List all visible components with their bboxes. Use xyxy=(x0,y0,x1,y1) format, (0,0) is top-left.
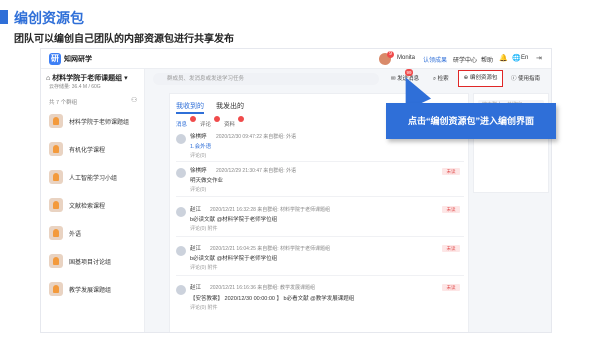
tab-sent[interactable]: 我发出的 xyxy=(216,101,244,111)
group-label: 有机化学课程 xyxy=(69,148,106,154)
unread-dot xyxy=(214,116,220,122)
slide-subtitle: 团队可以编创自己团队的内部资源包进行共享发布 xyxy=(14,34,234,45)
app-window: 研 知网研学 9 Monita 认领成果 研学中心 帮助 🔔 🌐 En ⇥ ⌂ … xyxy=(40,48,552,333)
unread-tag: 未读 xyxy=(442,168,460,175)
sidebar-group-item[interactable]: 国基项目讨论组 xyxy=(41,247,145,275)
post-divider xyxy=(176,275,464,276)
user-notification-badge: 9 xyxy=(387,51,394,58)
bell-icon[interactable]: 🔔 xyxy=(499,54,508,62)
group-avatar-icon xyxy=(49,282,63,296)
top-bar: 研 知网研学 9 Monita 认领成果 研学中心 帮助 🔔 🌐 En ⇥ xyxy=(41,49,551,69)
group-label: 文献检索课程 xyxy=(69,204,106,210)
post-comment-action[interactable]: 评论(0) xyxy=(190,186,206,193)
post-meta: 2020/12/30 09:47:22 来自群组: 外语 xyxy=(216,134,297,140)
callout-box: 点击“编创资源包”进入编创界面 xyxy=(386,103,556,139)
app-logo-icon[interactable]: 研 xyxy=(49,53,61,65)
user-guide-button[interactable]: ⓘ 使用指南 xyxy=(511,73,540,86)
group-avatar-icon xyxy=(49,142,63,156)
unread-tag: 未读 xyxy=(442,245,460,252)
post-meta: 2020/12/21 16:16:36 来自群组: 教学发展课题组 xyxy=(210,285,316,291)
post-body[interactable]: 明天做交作业 xyxy=(190,176,223,184)
post-avatar xyxy=(176,168,186,178)
sidebar-group-item[interactable]: 文献检索课程 xyxy=(41,191,145,219)
group-avatar-icon xyxy=(49,226,63,240)
subtab-messages[interactable]: 消息 xyxy=(176,120,187,128)
group-label: 人工智能学习小组 xyxy=(69,176,118,182)
search-input[interactable]: 群成员、发消息或发送学习任务 xyxy=(153,73,379,85)
search-button[interactable]: ⌕ 检索 xyxy=(433,73,449,86)
sidebar: ⌂ 材料学院于老师课题组 ▾ 云存储量: 36.4 M / 60G 共 7 个群… xyxy=(41,69,145,332)
post-avatar xyxy=(176,285,186,295)
post-divider xyxy=(176,161,464,162)
group-label: 教学发展课题组 xyxy=(69,288,112,294)
post-divider xyxy=(176,236,464,237)
post-body[interactable]: b必读文献 @材料学院于老师学位组 xyxy=(190,254,277,262)
group-avatar-icon xyxy=(49,114,63,128)
group-label: 外语 xyxy=(69,232,82,238)
user-name[interactable]: Monita xyxy=(397,55,415,61)
post-author: 赵江 xyxy=(190,285,202,291)
sidebar-group-item[interactable]: 教学发展课题组 xyxy=(41,275,145,303)
post-meta: 2020/12/21 16:32:28 来自群组: 材料学院于老师课题组 xyxy=(210,207,331,213)
post-comment-action[interactable]: 评论(0) xyxy=(190,152,206,159)
group-label: 国基项目讨论组 xyxy=(69,260,112,266)
post-divider xyxy=(176,196,464,197)
post-meta: 2020/12/29 21:30:47 来自群组: 外语 xyxy=(216,168,297,174)
app-logo-text[interactable]: 知网研学 xyxy=(64,54,92,64)
group-avatar-icon xyxy=(49,254,63,268)
sidebar-group-item[interactable]: 有机化学课程 xyxy=(41,135,145,163)
unread-tag: 未读 xyxy=(442,206,460,213)
slide-title: 编创资源包 xyxy=(14,10,84,26)
unread-dot xyxy=(190,116,196,122)
post-meta: 2020/12/21 16:04:25 来自群组: 材料学院于老师课题组 xyxy=(210,246,331,252)
language-switch[interactable]: En xyxy=(521,55,528,61)
sidebar-group-item[interactable]: 人工智能学习小组 xyxy=(41,163,145,191)
post-body[interactable]: 1.会外语 xyxy=(190,142,211,150)
post-author: 徐棋婷 xyxy=(190,168,207,174)
logout-icon[interactable]: ⇥ xyxy=(536,54,542,62)
subtab-materials[interactable]: 资料 xyxy=(224,120,235,128)
nav-study-center[interactable]: 研学中心 xyxy=(453,55,477,64)
post-author: 赵江 xyxy=(190,207,202,213)
unread-tag: 未读 xyxy=(442,284,460,291)
post-avatar xyxy=(176,207,186,217)
post-avatar xyxy=(176,246,186,256)
team-storage: 云存储量: 36.4 M / 60G xyxy=(49,84,101,90)
unread-dot xyxy=(238,116,244,122)
group-avatar-icon xyxy=(49,170,63,184)
post-body[interactable]: 【安答教案】 2020/12/30 00:00:00 】 b必看文献 @教学发展… xyxy=(190,294,354,302)
post-body[interactable]: b必读文献 @材料学院于老师学位组 xyxy=(190,215,277,223)
slide: 编创资源包 团队可以编创自己团队的内部资源包进行共享发布 研 知网研学 9 Mo… xyxy=(0,0,600,337)
subtab-comments[interactable]: 评论 xyxy=(200,120,211,128)
nav-help[interactable]: 帮助 xyxy=(481,55,493,64)
help-icon: ⓘ xyxy=(511,76,519,82)
nav-claim-results[interactable]: 认领成果 xyxy=(423,55,447,64)
team-name[interactable]: ⌂ 材料学院于老师课题组 ▾ xyxy=(46,73,128,83)
post-author: 赵江 xyxy=(190,246,202,252)
title-accent-bar xyxy=(0,10,8,24)
group-label: 材料学院于老师课题组 xyxy=(69,120,130,126)
post-comment-action[interactable]: 评论(0) 附件 xyxy=(190,304,218,311)
sidebar-group-item[interactable]: 外语 xyxy=(41,219,145,247)
group-avatar-icon xyxy=(49,198,63,212)
tab-received[interactable]: 我收到的 xyxy=(176,101,204,111)
group-settings-icon[interactable]: ⚇ xyxy=(131,96,137,104)
sidebar-group-item[interactable]: 材料学院于老师课题组 xyxy=(41,107,145,135)
group-count: 共 7 个群组 xyxy=(49,100,78,106)
post-comment-action[interactable]: 评论(0) 附件 xyxy=(190,225,218,232)
language-icon[interactable]: 🌐 xyxy=(512,54,521,62)
post-avatar xyxy=(176,134,186,144)
create-resource-package-button[interactable]: ⊕ 编创资源包 xyxy=(458,70,503,87)
post-comment-action[interactable]: 评论(0) 附件 xyxy=(190,264,218,271)
active-tab-indicator xyxy=(176,112,204,114)
post-author: 徐棋婷 xyxy=(190,134,207,140)
